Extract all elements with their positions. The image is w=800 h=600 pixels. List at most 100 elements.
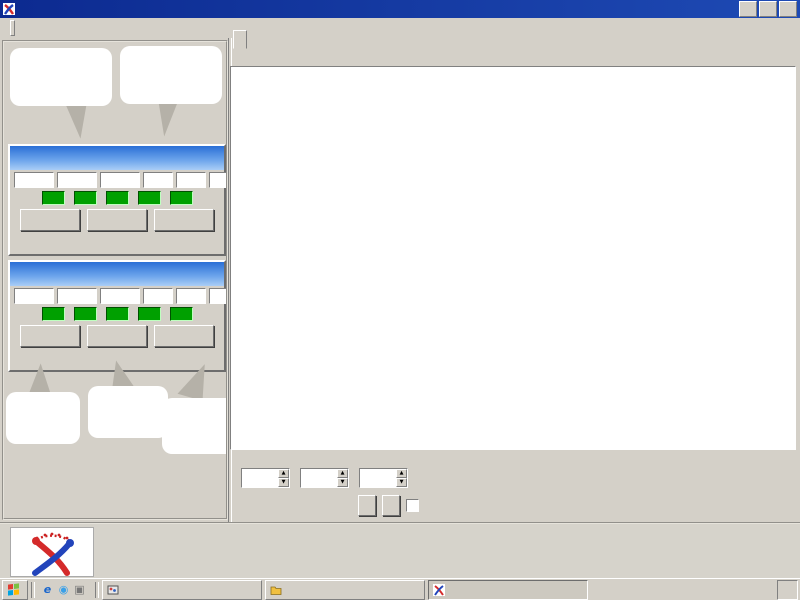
legend-item-pressure [714,55,743,58]
alarm-indicator [74,191,97,205]
company-logo [10,527,94,577]
field-value [14,172,54,188]
field-output [100,288,140,304]
spin-up-icon[interactable]: ▲ [396,469,407,478]
legend-item-gasflow [607,55,636,57]
alarm-indicator [138,307,161,321]
setup-button[interactable] [154,325,214,347]
callout-pointer [108,359,134,390]
tab-realtime-curve[interactable] [233,30,247,49]
spin-down-icon[interactable]: ▼ [337,478,348,487]
app-icon [433,584,445,596]
legend-swatch [392,55,416,57]
alarm-indicator [42,307,65,321]
field-value [176,288,206,304]
legend-item-temperature [285,55,314,57]
windows-logo-icon [8,583,19,595]
system-tray [777,580,798,600]
alarm-indicator [42,191,65,205]
taskbar-divider [95,582,99,598]
alarm-indicator [170,307,193,321]
time-range-value[interactable] [242,469,278,487]
alarm-indicator [74,307,97,321]
temp-range-spinner[interactable]: ▲▼ [359,468,408,488]
setup-button[interactable] [154,209,214,231]
title-bar[interactable] [0,0,800,18]
paint-icon [107,584,119,596]
pause-button[interactable] [87,209,147,231]
run-button[interactable] [20,209,80,231]
chart-container [230,66,796,450]
legend-swatch [607,55,631,57]
field-time [176,172,206,188]
task-button-paint[interactable] [102,580,262,600]
device-title [10,262,224,286]
quick-launch-icon[interactable]: ▣ [73,583,86,596]
legend-swatch [499,54,523,59]
field-value [57,172,97,188]
field-value [57,288,97,304]
restore-button[interactable] [759,1,777,17]
minimize-button[interactable] [739,1,757,17]
spin-down-icon[interactable]: ▼ [396,478,407,487]
callout-working-status [120,46,222,104]
spin-down-icon[interactable]: ▼ [278,478,289,487]
furnace-side-panel [2,40,228,520]
internet-explorer-icon[interactable]: e [41,583,54,596]
spin-up-icon[interactable]: ▲ [337,469,348,478]
folder-icon [270,584,282,596]
taskbar: e ◉ ▣ [0,578,800,600]
callout-pointer [150,98,177,137]
callout-heating-pause [88,386,168,438]
alarm-indicator [106,191,129,205]
pause-button[interactable] [87,325,147,347]
alarm-indicator [138,191,161,205]
field-value [209,172,228,188]
legend-swatch [714,55,738,58]
task-button-explorer[interactable] [265,580,425,600]
legend-item-output [499,54,528,59]
field-setpoint [57,288,97,304]
field-segment [143,172,173,188]
field-value [209,288,228,304]
chart-buttons [230,492,796,518]
field-segment [143,288,173,304]
field-output [100,172,140,188]
field-temp [14,288,54,304]
time-range-spinner[interactable]: ▲▼ [241,468,290,488]
field-value [100,172,140,188]
callout-pointer [30,362,57,395]
company-footer [0,522,800,578]
spin-up-icon[interactable]: ▲ [278,469,289,478]
app-icon [3,3,15,15]
preview-print-button[interactable] [382,495,400,516]
field-time [176,288,206,304]
chart-plot[interactable] [231,67,793,447]
alarm-indicator [170,191,193,205]
field-temp [14,172,54,188]
callout-curves-settings [162,398,228,454]
field-setpoint [57,172,97,188]
time-display-value[interactable] [301,469,337,487]
taskbar-divider [31,582,35,598]
save-image-button[interactable] [358,495,376,516]
application-window: ▲▼ ▲▼ ▲▼ [0,0,800,600]
quick-launch-icon[interactable]: ◉ [57,583,70,596]
callout-run-stop [6,392,80,444]
chart-legend [232,47,796,65]
field-value [176,172,206,188]
field-value [143,172,173,188]
time-display-spinner[interactable]: ▲▼ [300,468,349,488]
task-button-monitor-app[interactable] [428,580,588,600]
logo-graphic [11,528,93,576]
run-button[interactable] [20,325,80,347]
temp-range-value[interactable] [360,469,396,487]
quick-launch: e ◉ ▣ [38,583,92,596]
realtime-track-checkbox[interactable] [406,499,419,512]
start-button[interactable] [2,580,28,600]
legend-swatch [285,55,309,57]
device-panel-ai7080008 [8,260,226,372]
field-total [209,172,228,188]
close-button[interactable] [779,1,797,17]
menu-bar [0,18,800,38]
